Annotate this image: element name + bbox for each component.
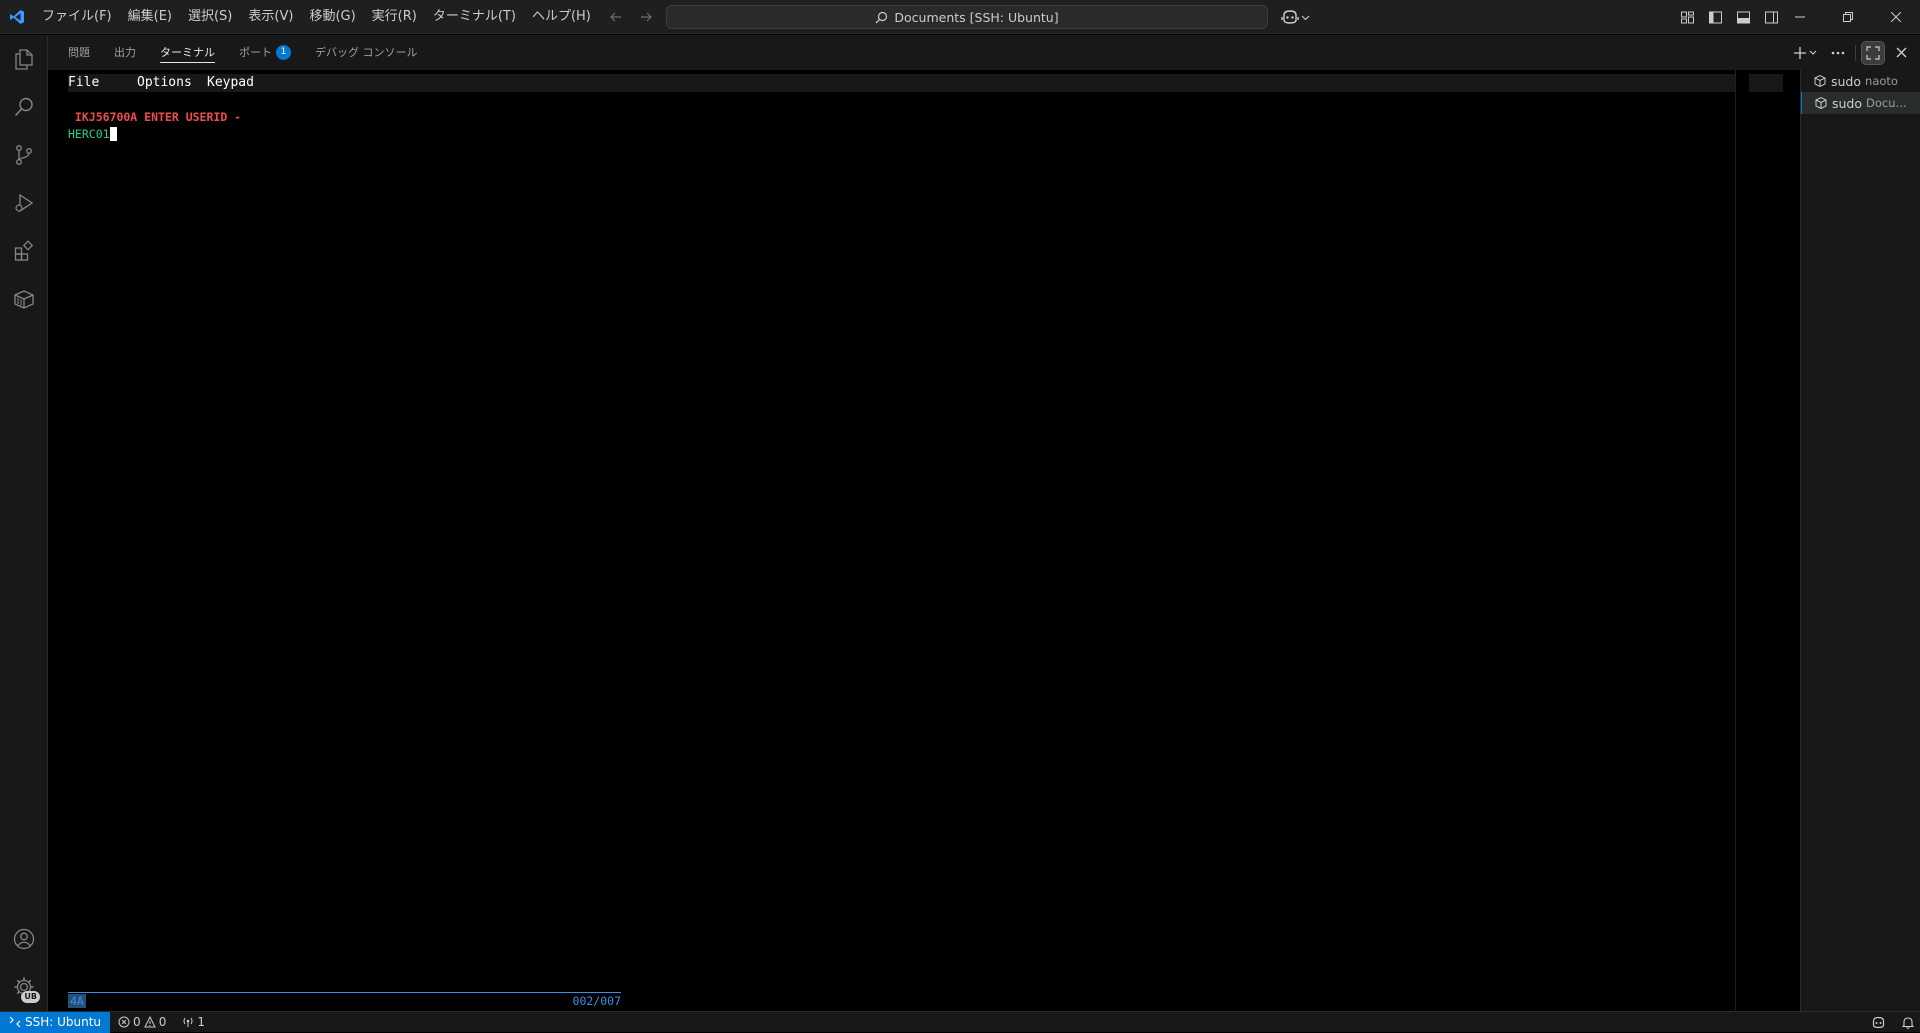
run-debug-icon[interactable] xyxy=(0,179,48,227)
manage-gear-icon[interactable]: UB xyxy=(0,963,48,1011)
chevron-down-icon xyxy=(1301,13,1310,22)
navigation-arrows xyxy=(606,0,656,34)
search-icon xyxy=(875,11,888,24)
title-bar: ファイル(F) 編集(E) 選択(S) 表示(V) 移動(G) 実行(R) ター… xyxy=(0,0,1920,34)
minimize-icon[interactable] xyxy=(1776,0,1824,34)
maximize-panel-icon[interactable] xyxy=(1861,40,1885,65)
remote-terminal-icon xyxy=(1814,96,1828,110)
close-icon[interactable] xyxy=(1872,0,1920,34)
terminal-tab-name: sudo xyxy=(1832,95,1863,111)
search-icon[interactable] xyxy=(0,83,48,131)
tab-terminal[interactable]: ターミナル xyxy=(160,35,215,70)
tab-debug-console[interactable]: デバッグ コンソール xyxy=(315,35,418,70)
explorer-icon[interactable] xyxy=(0,35,48,83)
terminal-area[interactable]: File Options Keypad IKJ56700A ENTER USER… xyxy=(48,70,1783,1011)
restore-icon[interactable] xyxy=(1824,0,1872,34)
toggle-panel-icon[interactable] xyxy=(1732,6,1754,28)
terminal-scrollbar[interactable] xyxy=(1735,70,1749,1011)
remote-indicator[interactable]: SSH: Ubuntu xyxy=(0,1011,111,1033)
tab-label: ターミナル xyxy=(160,46,215,59)
menu-file[interactable]: ファイル(F) xyxy=(34,4,120,30)
menu-go[interactable]: 移動(G) xyxy=(301,4,363,30)
back-arrow-icon[interactable] xyxy=(606,7,626,27)
menu-bar: ファイル(F) 編集(E) 選択(S) 表示(V) 移動(G) 実行(R) ター… xyxy=(34,0,599,34)
toggle-primary-sidebar-icon[interactable] xyxy=(1704,6,1726,28)
menu-edit[interactable]: 編集(E) xyxy=(120,4,180,30)
layout-controls xyxy=(1676,0,1782,34)
error-icon xyxy=(118,1016,130,1028)
copilot-icon xyxy=(1280,9,1299,25)
broadcast-icon xyxy=(182,1016,194,1028)
terminal-status-line: 4A 002/007 xyxy=(68,992,621,1008)
tab-label: デバッグ コンソール xyxy=(315,46,418,59)
ports-count-badge: 1 xyxy=(276,45,291,60)
terminal-cursor xyxy=(109,127,117,141)
menu-terminal[interactable]: ターミナル(T) xyxy=(425,4,524,30)
terminal-input-line[interactable]: HERC01 xyxy=(68,127,117,141)
terminal-tabs-list: sudo naoto sudo Docu... xyxy=(1800,70,1920,1011)
command-center-label: Documents [SSH: Ubuntu] xyxy=(894,9,1059,25)
account-badge: UB xyxy=(21,991,40,1003)
remote-explorer-icon[interactable] xyxy=(0,275,48,323)
terminal-menu-keypad[interactable]: Keypad xyxy=(207,74,254,92)
close-panel-icon[interactable] xyxy=(1890,42,1912,64)
command-center[interactable]: Documents [SSH: Ubuntu] xyxy=(666,5,1268,29)
tab-problems[interactable]: 問題 xyxy=(68,35,90,70)
account-icon[interactable] xyxy=(0,915,48,963)
window-controls xyxy=(1776,0,1920,34)
terminal-status-left: 4A xyxy=(68,994,86,1008)
separator xyxy=(1855,44,1856,61)
copilot-status-icon[interactable] xyxy=(1871,1016,1886,1029)
terminal-tab-item[interactable]: sudo Docu... xyxy=(1801,92,1920,114)
remote-label: SSH: Ubuntu xyxy=(25,1015,102,1029)
forward-arrow-icon[interactable] xyxy=(636,7,656,27)
customize-layout-icon[interactable] xyxy=(1676,6,1698,28)
tab-ports[interactable]: ポート 1 xyxy=(239,35,291,70)
terminal-tab-name: sudo xyxy=(1831,73,1862,89)
warning-count: 0 xyxy=(158,1015,167,1029)
extensions-icon[interactable] xyxy=(0,227,48,275)
tab-label: 出力 xyxy=(114,46,136,59)
activity-bar: UB xyxy=(0,35,48,1011)
problems-status[interactable]: 0 0 xyxy=(110,1012,174,1033)
terminal-prompt-message: IKJ56700A ENTER USERID - xyxy=(68,110,242,124)
terminal-cursor-position: 002/007 xyxy=(572,994,621,1008)
error-count: 0 xyxy=(133,1015,141,1029)
panel-header: 問題 出力 ターミナル ポート 1 デバッグ コンソール xyxy=(48,35,1920,70)
tab-label: 問題 xyxy=(68,46,90,59)
remote-icon xyxy=(9,1016,21,1028)
panel-tabs: 問題 出力 ターミナル ポート 1 デバッグ コンソール xyxy=(48,35,418,70)
warning-icon xyxy=(143,1016,156,1028)
vscode-logo-icon xyxy=(0,0,34,34)
ports-count: 1 xyxy=(197,1015,205,1029)
source-control-icon[interactable] xyxy=(0,131,48,179)
terminal-tab-item[interactable]: sudo naoto xyxy=(1801,70,1920,92)
status-bar-right xyxy=(1871,1012,1914,1033)
menu-selection[interactable]: 選択(S) xyxy=(180,4,240,30)
more-actions-icon[interactable] xyxy=(1827,42,1849,64)
terminal-tab-description: naoto xyxy=(1865,74,1898,88)
ports-status[interactable]: 1 xyxy=(174,1012,213,1033)
remote-terminal-icon xyxy=(1813,74,1827,88)
status-bar: SSH: Ubuntu 0 0 1 xyxy=(0,1011,1920,1033)
terminal-menu-file[interactable]: File xyxy=(68,74,99,92)
terminal-input-text: HERC01 xyxy=(68,127,110,141)
activity-bar-bottom: UB xyxy=(0,915,48,1011)
copilot-button[interactable] xyxy=(1278,5,1312,29)
menu-view[interactable]: 表示(V) xyxy=(240,4,301,30)
notifications-bell-icon[interactable] xyxy=(1902,1016,1914,1029)
menu-run[interactable]: 実行(R) xyxy=(364,4,425,30)
terminal-menu-options[interactable]: Options xyxy=(137,74,192,92)
panel-actions xyxy=(1791,35,1912,70)
tab-output[interactable]: 出力 xyxy=(114,35,136,70)
tab-label: ポート xyxy=(239,46,272,59)
terminal-tab-description: Docu... xyxy=(1866,96,1907,110)
menu-help[interactable]: ヘルプ(H) xyxy=(524,4,599,30)
new-terminal-icon[interactable] xyxy=(1791,42,1821,64)
terminal-menu-bar: File Options Keypad xyxy=(68,74,1783,92)
